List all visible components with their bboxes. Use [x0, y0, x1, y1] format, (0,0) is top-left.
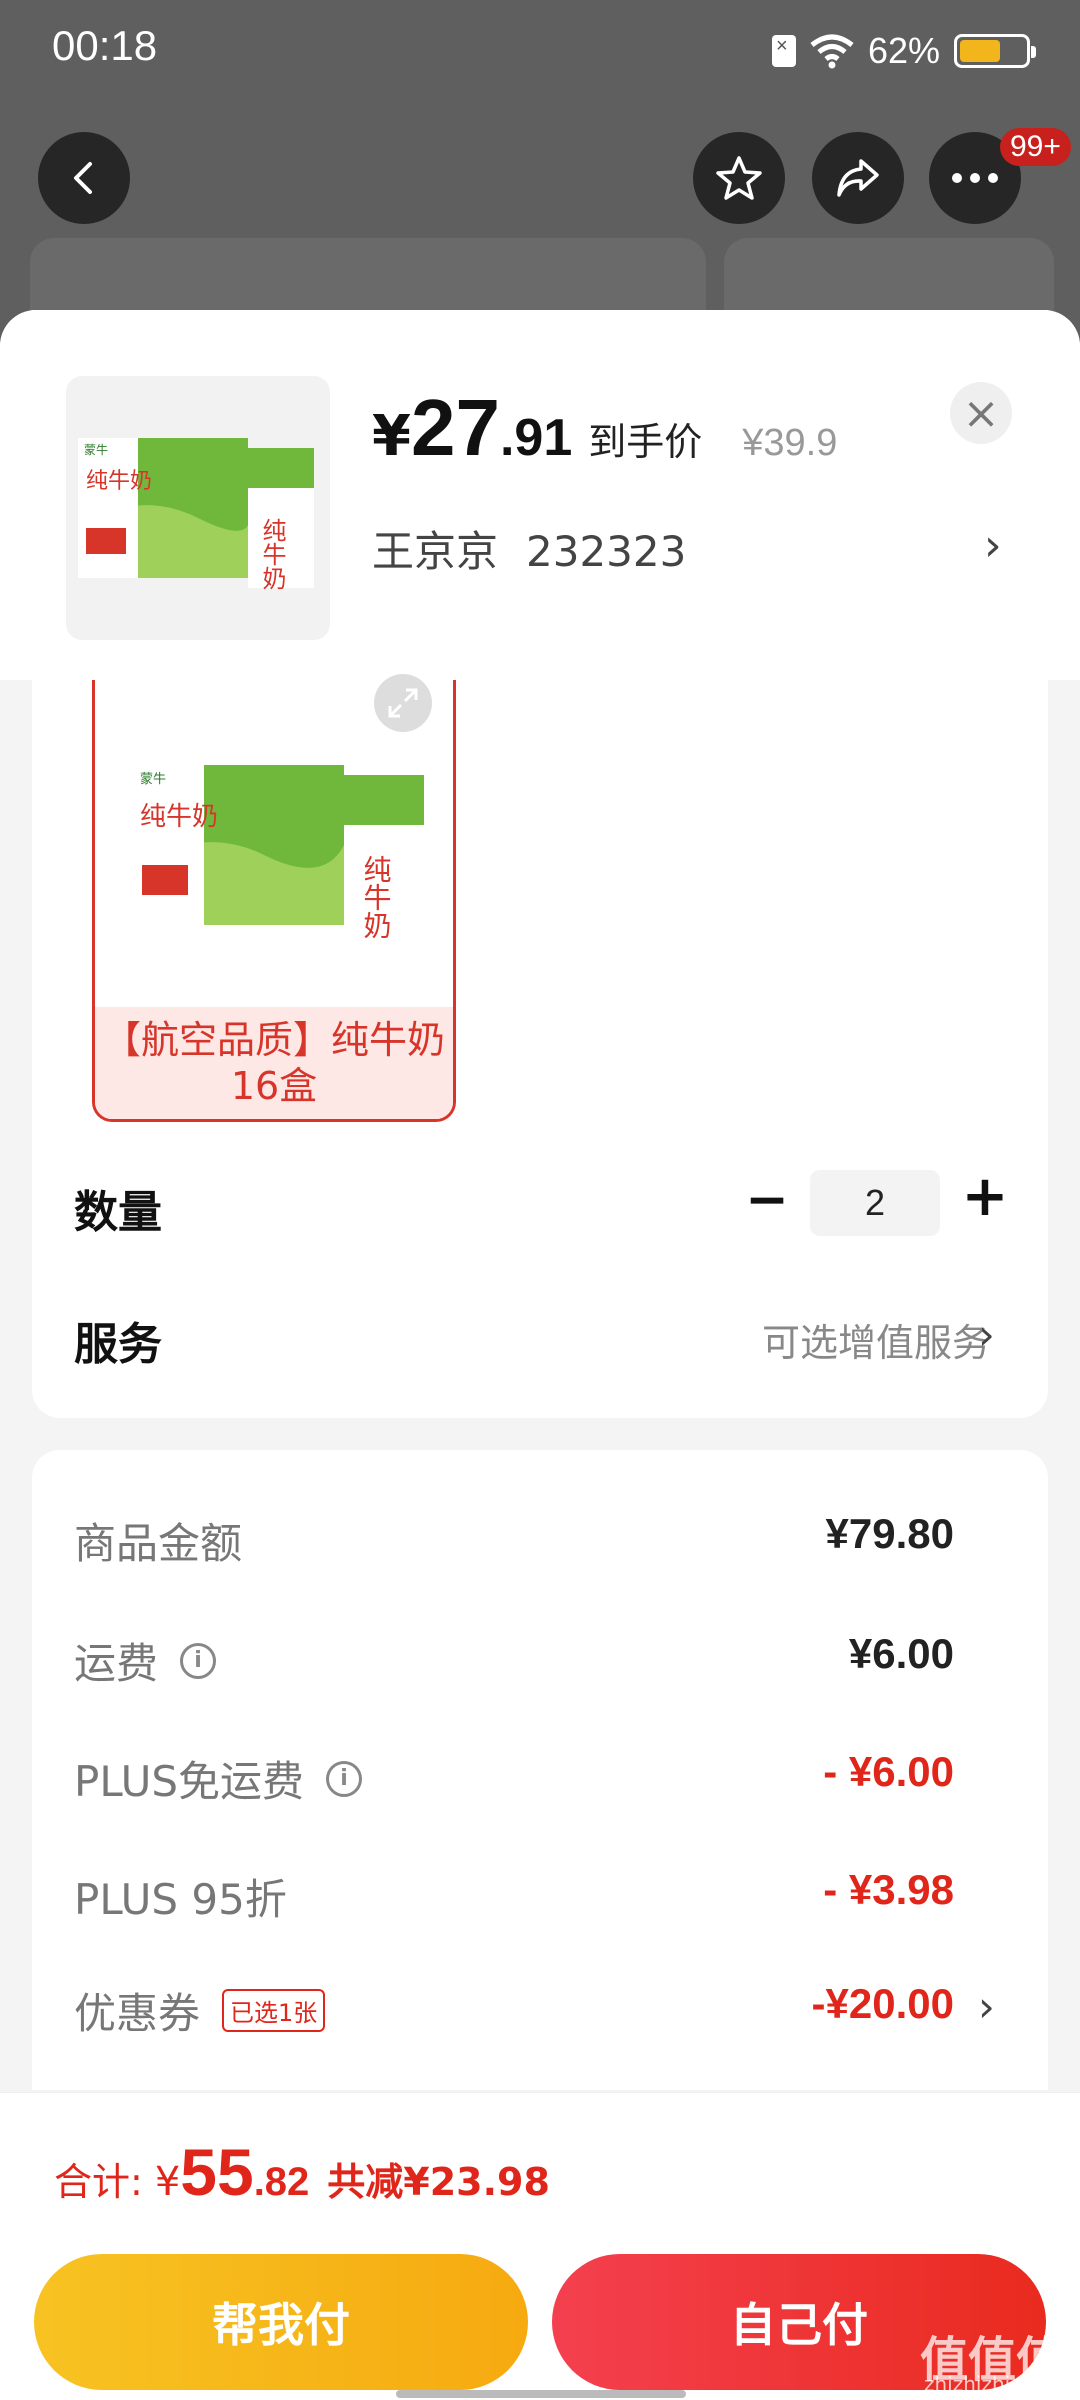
box-side-title: 纯牛奶	[360, 855, 393, 939]
shipping-row: 运费 i ¥6.00	[74, 1630, 954, 1690]
milk-box-image: 纯牛奶 纯牛奶 蒙牛	[78, 438, 314, 590]
sim-off-icon	[771, 35, 796, 67]
total-label: 合计:	[54, 2160, 143, 2204]
chevron-right-icon[interactable]: ›	[978, 1310, 995, 1359]
total-summary: 合计: ¥ 55 .82 共减¥23.98	[54, 2134, 550, 2210]
recipient-name: 王京京	[372, 527, 499, 576]
back-arrow-icon	[74, 162, 92, 194]
plus-discount-label: PLUS 95折	[74, 1875, 287, 1924]
service-label: 服务	[74, 1319, 162, 1370]
goods-amount-label: 商品金额	[74, 1519, 243, 1568]
final-price-tag: 到手价	[588, 420, 703, 464]
plus-free-shipping-value: - ¥6.00	[823, 1748, 954, 1795]
quantity-label: 数量	[74, 1187, 162, 1238]
box-title: 纯牛奶	[140, 802, 218, 832]
status-time: 00:18	[52, 22, 158, 69]
back-button[interactable]	[38, 132, 130, 224]
box-side-title: 纯牛奶	[258, 518, 286, 590]
coupon-row[interactable]: 优惠券 已选1张 -¥20.00	[74, 1980, 954, 2040]
plus-discount-value: - ¥3.98	[823, 1866, 954, 1913]
quantity-input[interactable]: 2	[810, 1170, 940, 1236]
info-icon[interactable]: i	[326, 1760, 363, 1797]
plus-free-shipping-row: PLUS免运费 i - ¥6.00	[74, 1748, 954, 1808]
favorite-button[interactable]	[693, 132, 785, 224]
total-decimal: .82	[253, 2160, 310, 2204]
plus-free-shipping-label: PLUS免运费	[74, 1757, 305, 1806]
more-dots-icon	[952, 173, 998, 183]
expand-arrows-icon	[388, 688, 418, 718]
battery-icon	[954, 34, 1036, 68]
chevron-right-icon[interactable]: ›	[978, 1982, 995, 2031]
coupon-value: -¥20.00	[811, 1980, 954, 2027]
status-bar: 00:18 62%	[0, 0, 1080, 100]
battery-fill	[960, 40, 1000, 62]
close-icon: ×	[962, 387, 1000, 439]
quantity-decrement-button[interactable]: −	[744, 1170, 790, 1230]
star-icon	[716, 156, 762, 200]
milk-box-image: 纯牛奶 纯牛奶 蒙牛	[134, 765, 424, 945]
recipient-phone: 232323	[526, 527, 687, 576]
info-icon[interactable]: i	[180, 1642, 217, 1679]
chevron-right-icon[interactable]: ›	[984, 520, 1002, 571]
quantity-increment-button[interactable]: +	[960, 1164, 1010, 1229]
goods-amount-value: ¥79.80	[825, 1510, 954, 1557]
shipping-value: ¥6.00	[848, 1630, 954, 1677]
message-badge: 99+	[1000, 128, 1071, 166]
wifi-icon	[810, 34, 854, 69]
shipping-label: 运费	[74, 1639, 159, 1688]
service-selector[interactable]: 可选增值服务	[762, 1312, 990, 1367]
goods-amount-row: 商品金额 ¥79.80	[74, 1510, 954, 1570]
box-brand: 蒙牛	[140, 772, 166, 787]
product-thumbnail[interactable]: 纯牛奶 纯牛奶 蒙牛	[66, 376, 330, 640]
address-selector[interactable]: 王京京 232323	[372, 518, 714, 579]
price-row: ¥ 27 .91 到手价 ¥39.9	[372, 382, 837, 474]
price-integer: 27	[410, 383, 500, 472]
share-icon	[837, 159, 879, 197]
close-button[interactable]: ×	[950, 382, 1012, 444]
total-saved: 共减¥23.98	[327, 2160, 550, 2204]
box-title: 纯牛奶	[86, 469, 152, 494]
price-decimal: .91	[499, 409, 573, 467]
plus-discount-row: PLUS 95折 - ¥3.98	[74, 1866, 954, 1926]
help-pay-button[interactable]: 帮我付	[34, 2254, 528, 2390]
total-integer: 55	[180, 2135, 254, 2209]
home-indicator[interactable]	[396, 2390, 686, 2398]
watermark-url: zhizhizhi.com	[924, 2372, 1060, 2396]
original-price: ¥39.9	[742, 422, 838, 464]
total-currency: ¥	[154, 2159, 181, 2205]
variant-label: 【航空品质】纯牛奶16盒	[95, 1007, 453, 1119]
expand-icon[interactable]	[374, 674, 432, 732]
coupon-selected-tag: 已选1张	[222, 1989, 326, 2032]
battery-percent: 62%	[867, 30, 940, 71]
share-button[interactable]	[812, 132, 904, 224]
variant-option-selected[interactable]: 纯牛奶 纯牛奶 蒙牛 【航空品质】纯牛奶16盒	[92, 680, 456, 1122]
coupon-label: 优惠券	[74, 1989, 201, 2038]
status-indicators: 62%	[771, 26, 1036, 76]
box-brand: 蒙牛	[84, 442, 108, 457]
price-currency: ¥	[372, 404, 411, 469]
